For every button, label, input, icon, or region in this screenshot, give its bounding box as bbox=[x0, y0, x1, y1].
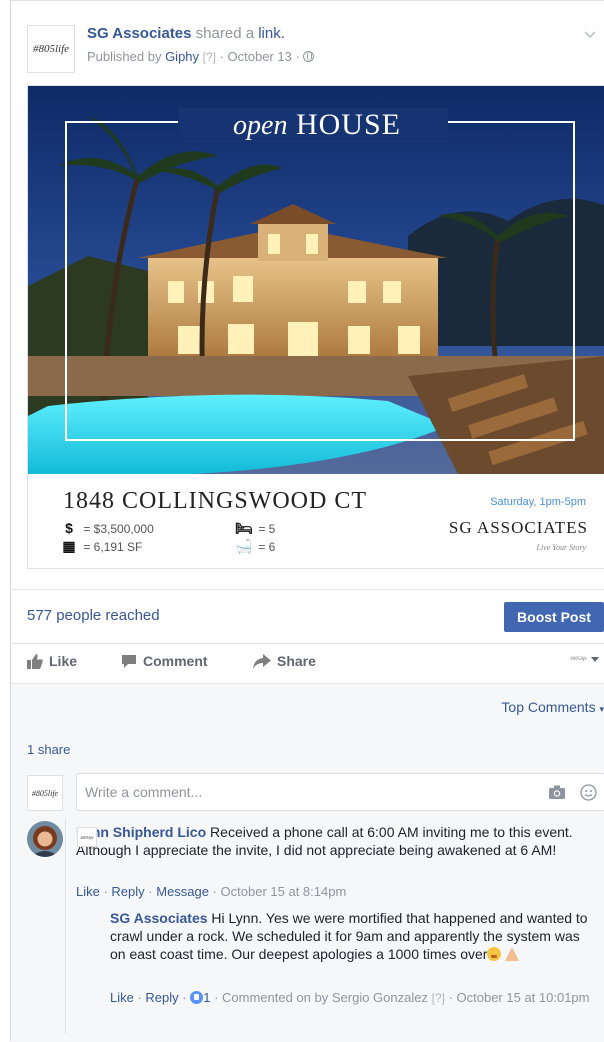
emoji-icon[interactable] bbox=[580, 784, 597, 801]
top-comments-dropdown[interactable]: Top Comments ▾ bbox=[501, 699, 604, 715]
divider bbox=[11, 683, 604, 684]
brand-logo-text: SG ASSOCIATES bbox=[448, 518, 588, 537]
reply-avatar[interactable]: #805life bbox=[77, 827, 97, 847]
house-photo: open HOUSE bbox=[28, 86, 604, 474]
reply-like-link[interactable]: Like bbox=[110, 990, 134, 1005]
comment-icon bbox=[122, 654, 136, 668]
comment-like-link[interactable]: Like bbox=[76, 884, 100, 899]
listing-info: 1848 COLLINGSWOOD CT $ = $3,500,000 ▦ = … bbox=[28, 474, 604, 568]
post-headline: SG Associates shared a link. bbox=[87, 25, 285, 42]
baths-spec: 🛁 = 6 bbox=[233, 538, 275, 555]
sort-caret-icon: ▾ bbox=[599, 704, 604, 714]
event-date: Saturday, 1pm-5pm bbox=[490, 496, 586, 508]
camera-icon[interactable] bbox=[549, 785, 565, 799]
page-name-link[interactable]: SG Associates bbox=[87, 25, 192, 42]
reply-timestamp[interactable]: October 15 at 10:01pm bbox=[457, 990, 590, 1005]
share-arrow-icon bbox=[253, 653, 271, 669]
brand-tagline: Live Your Story bbox=[536, 543, 587, 552]
price-spec: $ = $3,500,000 bbox=[58, 520, 154, 536]
dollar-icon: $ bbox=[65, 520, 73, 536]
comment-reply-link[interactable]: Reply bbox=[111, 884, 144, 899]
thumbs-up-icon bbox=[27, 653, 43, 669]
sqft-value: = 6,191 SF bbox=[83, 540, 143, 554]
publisher-link[interactable]: Giphy bbox=[165, 49, 199, 64]
post-subline: Published by Giphy [?] · October 13 · bbox=[87, 49, 315, 64]
shares-count-link[interactable]: 1 share bbox=[27, 742, 70, 757]
comment-button[interactable]: Comment bbox=[121, 653, 208, 669]
caret-down-icon bbox=[591, 657, 599, 662]
post-card: #805life SG Associates shared a link. Pu… bbox=[10, 0, 604, 1042]
baths-value: = 6 bbox=[258, 540, 276, 554]
reply-reply-link[interactable]: Reply bbox=[145, 990, 178, 1005]
comment-meta: Like · Reply · Message · October 15 at 8… bbox=[76, 884, 347, 899]
comment-timestamp[interactable]: October 15 at 8:14pm bbox=[221, 884, 347, 899]
tired-face-emoji-icon bbox=[487, 947, 502, 961]
like-label: Like bbox=[49, 653, 78, 669]
post-header: #805life SG Associates shared a link. Pu… bbox=[27, 17, 597, 77]
post-as-selector[interactable]: #805life bbox=[570, 657, 599, 662]
title-house: HOUSE bbox=[295, 108, 401, 141]
share-button[interactable]: Share bbox=[253, 653, 316, 669]
reply-text: SG Associates Hi Lynn. Yes we were morti… bbox=[110, 909, 596, 963]
chevron-down-icon[interactable] bbox=[583, 27, 597, 41]
link-word[interactable]: link. bbox=[258, 25, 285, 42]
open-house-title: open HOUSE bbox=[28, 108, 604, 142]
listing-address: 1848 COLLINGSWOOD CT bbox=[63, 488, 367, 514]
boost-post-button[interactable]: Boost Post bbox=[504, 602, 604, 632]
price-value: = $3,500,000 bbox=[83, 522, 154, 536]
share-label: Share bbox=[277, 653, 316, 669]
action-bar: Like Comment Share #805life bbox=[27, 653, 604, 675]
reply-meta: Like · Reply · 1 · Commented on by Sergi… bbox=[110, 990, 590, 1005]
title-open: open bbox=[233, 110, 288, 141]
published-prefix: Published by bbox=[87, 49, 166, 64]
sort-label: Top Comments bbox=[501, 699, 596, 715]
commenter-name: Sergio Gonzalez bbox=[331, 990, 428, 1005]
reply-thread-line bbox=[65, 819, 66, 1034]
bed-icon: 🛏 bbox=[235, 520, 253, 536]
divider bbox=[11, 643, 604, 644]
globe-icon bbox=[303, 51, 315, 62]
divider bbox=[11, 589, 604, 590]
composer-avatar: #805life bbox=[27, 775, 63, 811]
audience-page-logo: #805life bbox=[570, 657, 587, 662]
bathtub-icon: 🛁 bbox=[235, 538, 253, 554]
page-avatar[interactable]: #805life bbox=[27, 25, 75, 73]
comment-input[interactable] bbox=[85, 782, 505, 802]
help-mark[interactable]: [?] bbox=[203, 50, 216, 64]
comment-text: Lynn Shipherd Lico Received a phone call… bbox=[76, 823, 596, 859]
beds-value: = 5 bbox=[258, 522, 276, 536]
floorplan-icon: ▦ bbox=[62, 538, 76, 554]
comment-label: Comment bbox=[143, 653, 208, 669]
comment-message-link[interactable]: Message bbox=[156, 884, 209, 899]
people-reached-link[interactable]: 577 people reached bbox=[27, 607, 160, 624]
like-badge-icon[interactable] bbox=[190, 991, 204, 1004]
beds-spec: 🛏 = 5 bbox=[233, 520, 275, 537]
reply-author-link[interactable]: SG Associates bbox=[110, 910, 208, 926]
comment-composer[interactable] bbox=[76, 773, 604, 811]
shared-text: shared a bbox=[191, 25, 259, 42]
commented-on-by-text: · Commented on by bbox=[210, 990, 332, 1005]
praying-hands-emoji-icon bbox=[505, 947, 520, 961]
sqft-spec: ▦ = 6,191 SF bbox=[58, 538, 142, 555]
commenter-avatar[interactable] bbox=[27, 821, 63, 857]
reply-help-mark[interactable]: [?] bbox=[432, 991, 445, 1005]
link-media[interactable]: open HOUSE 1848 COLLINGSWOOD CT $ = $3,5… bbox=[27, 85, 604, 569]
post-date[interactable]: · October 13 · bbox=[216, 49, 303, 64]
like-button[interactable]: Like bbox=[27, 653, 77, 669]
